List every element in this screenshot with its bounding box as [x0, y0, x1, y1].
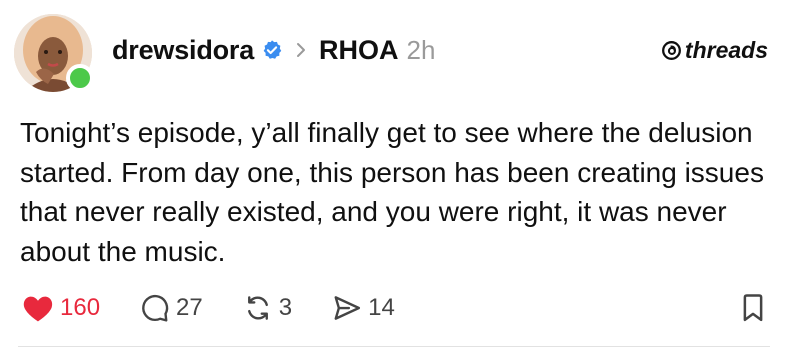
- post-header: drewsidora RHOA 2h threads: [112, 30, 768, 70]
- threads-logo-icon: [661, 40, 681, 60]
- comment-button[interactable]: 27: [140, 293, 203, 323]
- share-button[interactable]: 14: [332, 293, 395, 323]
- threads-brand: threads: [661, 37, 768, 64]
- avatar-container[interactable]: [14, 14, 94, 92]
- threads-brand-text: threads: [684, 36, 768, 63]
- threads-post: drewsidora RHOA 2h threads Tonight’s epi…: [0, 0, 788, 350]
- chevron-right-icon: [295, 41, 307, 59]
- like-count: 160: [60, 294, 101, 321]
- post-actions: 160 27 3 14: [22, 288, 766, 328]
- bookmark-button[interactable]: [740, 293, 766, 323]
- online-status-dot: [66, 64, 94, 92]
- comment-count: 27: [176, 294, 203, 321]
- post-text: Tonight’s episode, y’all finally get to …: [20, 117, 764, 267]
- heart-icon: [23, 296, 53, 322]
- post-timestamp: 2h: [406, 34, 436, 65]
- username-link[interactable]: drewsidora: [112, 35, 254, 66]
- post-divider: [18, 346, 770, 347]
- repost-button[interactable]: 3: [243, 293, 292, 323]
- repost-icon: [247, 296, 268, 320]
- share-icon: [334, 296, 361, 320]
- like-button[interactable]: 160: [22, 293, 100, 323]
- share-count: 14: [368, 294, 395, 321]
- verified-badge-icon: [261, 39, 283, 61]
- repost-count: 3: [278, 294, 293, 321]
- bookmark-icon: [743, 294, 763, 322]
- comment-icon: [142, 294, 169, 322]
- community-link[interactable]: RHOA: [319, 35, 399, 66]
